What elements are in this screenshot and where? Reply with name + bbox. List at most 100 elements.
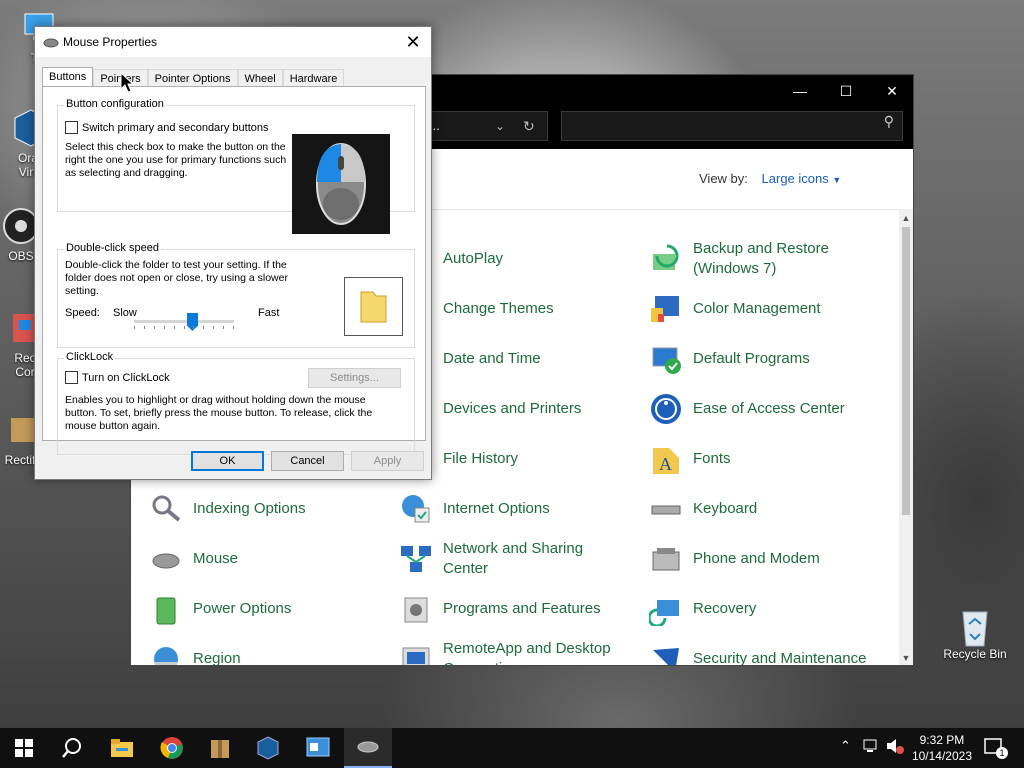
cp-item-internet-options[interactable]: Internet Options <box>399 489 550 529</box>
checkbox-box[interactable] <box>65 371 78 384</box>
cp-item-label: Fonts <box>693 450 731 467</box>
apply-button[interactable]: Apply <box>351 451 424 471</box>
taskbar-clock[interactable]: 9:32 PM 10/14/2023 <box>912 732 972 764</box>
checkbox-box[interactable] <box>65 121 78 134</box>
close-icon[interactable]: ✕ <box>401 30 425 54</box>
windows-icon <box>15 739 33 757</box>
chevron-up-icon[interactable]: ⌃ <box>840 738 851 754</box>
slider-tick <box>213 326 214 329</box>
notification-count: 1 <box>996 747 1008 759</box>
cp-item-label: Programs and Features <box>443 600 601 617</box>
close-button[interactable]: ✕ <box>869 75 913 107</box>
view-by-dropdown[interactable]: Large icons <box>762 171 829 186</box>
double-click-speed-slider[interactable] <box>134 313 234 331</box>
cp-item-label: Color Management <box>693 300 821 317</box>
cp-item-label: Backup and Restore (Windows 7) <box>693 240 829 277</box>
search-button[interactable] <box>48 728 96 768</box>
slider-tick <box>193 326 194 329</box>
cp-item-programs-features[interactable]: Programs and Features <box>399 589 601 629</box>
cp-item-network-sharing[interactable]: Network and Sharing Center <box>399 539 603 579</box>
cp-item-recovery[interactable]: Recovery <box>647 589 756 629</box>
button-config-description: Select this check box to make the button… <box>65 141 287 179</box>
cp-item-mouse[interactable]: Mouse <box>149 539 238 579</box>
slider-tick <box>154 326 155 329</box>
cp-item-phone-modem[interactable]: Phone and Modem <box>649 539 820 579</box>
cp-item-label: AutoPlay <box>443 250 504 267</box>
cp-item-security-maintenance[interactable]: Security and Maintenance <box>649 639 866 665</box>
phone-icon <box>649 542 683 576</box>
cp-item-indexing-options[interactable]: Indexing Options <box>149 489 306 529</box>
cp-item-keyboard[interactable]: Keyboard <box>649 489 757 529</box>
cp-item-region[interactable]: Region <box>149 639 241 666</box>
test-folder[interactable] <box>344 277 403 336</box>
slider-tick <box>223 326 224 329</box>
mouse-illustration <box>292 134 390 234</box>
clicklock-settings-button[interactable]: Settings... <box>308 368 401 388</box>
scroll-down-icon[interactable]: ▼ <box>899 651 913 665</box>
cp-item-label: Date and Time <box>443 350 541 367</box>
address-bar[interactable]: ... ⌄ ↻ <box>426 111 548 141</box>
slider-tick <box>184 326 185 329</box>
recovery-icon <box>647 592 683 628</box>
cp-item-label: Indexing Options <box>193 500 306 517</box>
indexing-icon <box>149 492 183 526</box>
scroll-up-icon[interactable]: ▲ <box>899 211 913 225</box>
vertical-scrollbar[interactable]: ▲ ▼ <box>899 209 913 665</box>
taskbar-chrome[interactable] <box>148 728 196 768</box>
ease-of-access-icon <box>649 392 683 426</box>
taskbar-virtualbox[interactable] <box>244 728 292 768</box>
double-click-description: Double-click the folder to test your set… <box>65 259 288 297</box>
cancel-button[interactable]: Cancel <box>271 451 344 471</box>
cp-item-label: RemoteApp and Desktop Connections <box>443 640 611 665</box>
slider-tick <box>164 326 165 329</box>
fonts-icon: A <box>649 442 683 476</box>
cp-item-fonts[interactable]: A Fonts <box>649 439 731 479</box>
clicklock-description: Enables you to highlight or drag without… <box>65 394 373 432</box>
network-icon[interactable] <box>862 738 880 757</box>
default-programs-icon <box>649 342 683 376</box>
chevron-down-icon[interactable]: ⌄ <box>495 112 505 140</box>
cp-item-label: Default Programs <box>693 350 810 367</box>
ok-button[interactable]: OK <box>191 451 264 471</box>
speed-label: Speed: <box>65 307 100 319</box>
cp-item-label: Power Options <box>193 600 292 617</box>
security-icon <box>649 642 683 665</box>
notifications-button[interactable]: 1 <box>984 737 1008 762</box>
cp-item-default-programs[interactable]: Default Programs <box>649 339 810 379</box>
checkbox-label: Turn on ClickLock <box>82 371 170 384</box>
cp-item-label: Region <box>193 650 241 666</box>
desktop-icon-recycle-bin[interactable]: Recycle Bin <box>940 604 1010 661</box>
search-input[interactable]: ⚲ <box>561 111 903 141</box>
start-button[interactable] <box>0 728 48 768</box>
taskbar-archive-app[interactable] <box>196 728 244 768</box>
power-icon <box>149 592 183 626</box>
remoteapp-icon <box>399 642 433 665</box>
taskbar-control-panel[interactable] <box>294 728 342 768</box>
mouse-icon <box>149 542 183 576</box>
caret-down-icon[interactable]: ▼ <box>832 175 841 185</box>
switch-buttons-checkbox[interactable]: Switch primary and secondary buttons <box>65 121 268 134</box>
search-icon[interactable]: ⚲ <box>884 113 894 130</box>
clicklock-checkbox[interactable]: Turn on ClickLock <box>65 371 170 384</box>
dialog-titlebar[interactable]: Mouse Properties ✕ <box>35 27 431 57</box>
taskbar-mouse-properties[interactable] <box>344 728 392 768</box>
minimize-button[interactable]: — <box>777 75 823 107</box>
cp-item-color-management[interactable]: Color Management <box>649 289 821 329</box>
cp-item-remoteapp[interactable]: RemoteApp and Desktop Connections <box>399 639 623 665</box>
cp-item-label: Ease of Access Center <box>693 400 845 417</box>
cp-item-power-options[interactable]: Power Options <box>149 589 291 629</box>
mouse-icon <box>357 741 379 753</box>
slider-track[interactable] <box>134 320 234 323</box>
slider-tick <box>174 326 175 329</box>
cp-item-backup[interactable]: Backup and Restore (Windows 7) <box>649 239 843 279</box>
cp-item-label: Network and Sharing Center <box>443 540 584 577</box>
group-title: Double-click speed <box>64 242 161 254</box>
refresh-icon[interactable]: ↻ <box>523 112 535 140</box>
cp-item-ease-of-access[interactable]: Ease of Access Center <box>649 389 845 429</box>
taskbar-file-explorer[interactable] <box>98 728 146 768</box>
maximize-button[interactable]: ☐ <box>823 75 869 107</box>
scrollbar-thumb[interactable] <box>902 227 910 515</box>
tab-buttons[interactable]: Buttons <box>42 67 94 88</box>
volume-muted-icon[interactable] <box>886 738 906 757</box>
cp-item-label: Mouse <box>193 550 239 567</box>
